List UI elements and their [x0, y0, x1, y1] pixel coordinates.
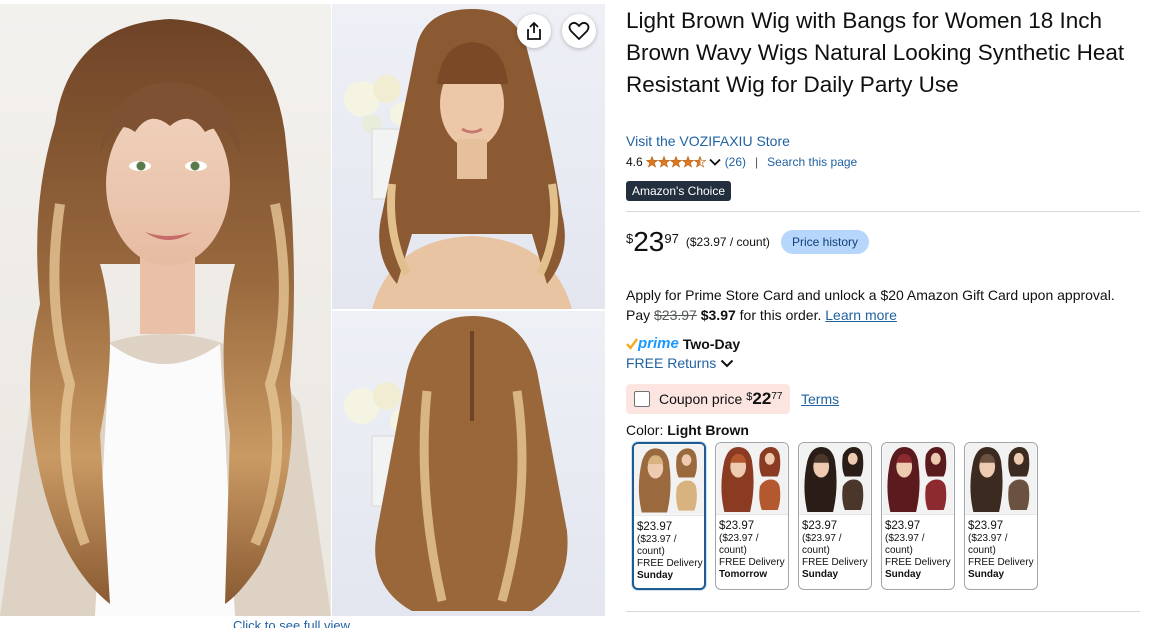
swatch-delivery-day: Sunday [968, 569, 1005, 580]
swatch-unit-price: ($23.97 / count) [637, 534, 677, 557]
old-price: $23.97 [654, 307, 697, 323]
swatch-price: $23.97 [802, 520, 838, 532]
free-returns-label: FREE Returns [626, 355, 717, 371]
color-swatch[interactable]: $23.97 ($23.97 / count) FREE Delivery Sunda… [964, 442, 1038, 590]
mannequin-back-illustration [344, 316, 568, 611]
price-whole: 23 [633, 226, 665, 257]
store-link[interactable]: Visit the VOZIFAXIU Store [626, 133, 790, 149]
swatch-info: $23.97 ($23.97 / count) FREE Delivery Sunda… [634, 516, 704, 582]
product-title: Light Brown Wig with Bangs for Women 18 … [626, 8, 1125, 97]
rating-row: 4.6 (26) | Search this page [626, 155, 857, 169]
swatch-price: $23.97 [968, 520, 1004, 532]
swatch-delivery: FREE Delivery [802, 557, 868, 568]
separator: | [755, 155, 759, 169]
coupon-price-fraction: 77 [771, 391, 783, 402]
image-gallery: Click to see full view [0, 0, 606, 628]
swatch-unit-price: ($23.97 / count) [719, 533, 759, 556]
promo-after-text: for this order. [739, 307, 822, 323]
divider [626, 211, 1140, 212]
price-symbol: $ [626, 231, 634, 246]
swatch-image [634, 444, 704, 516]
unit-price: ($23.97 / count) [685, 235, 770, 249]
rating-value: 4.6 [626, 155, 643, 169]
prime-logo-text: prime [638, 335, 679, 352]
swatch-info: $23.97 ($23.97 / count) FREE Delivery Sunda… [799, 515, 871, 581]
coupon-box: Coupon price $ 22 77 [626, 384, 791, 414]
new-price: $3.97 [700, 307, 736, 323]
swatch-info: $23.97 ($23.97 / count) FREE Delivery Tomor… [716, 515, 788, 581]
color-swatches: $23.97 ($23.97 / count) FREE Delivery Sunda… [632, 442, 1038, 590]
color-swatch[interactable]: $23.97 ($23.97 / count) FREE Delivery Sunda… [632, 442, 706, 590]
model-photo-illustration [0, 19, 331, 616]
swatch-delivery: FREE Delivery [637, 558, 703, 569]
swatch-price: $23.97 [637, 521, 673, 533]
pay-label: Pay [626, 307, 651, 323]
product-image-front[interactable] [332, 4, 605, 309]
color-swatch[interactable]: $23.97 ($23.97 / count) FREE Delivery Sunda… [881, 442, 955, 590]
star-icon [645, 156, 706, 168]
share-icon [527, 21, 541, 40]
price: $ 23 97 ($23.97 / count) [626, 227, 770, 257]
color-swatch[interactable]: $23.97 ($23.97 / count) FREE Delivery Sunda… [798, 442, 872, 590]
learn-more-link[interactable]: Learn more [825, 307, 897, 323]
swatch-delivery-day: Sunday [885, 569, 922, 580]
color-swatch[interactable]: $23.97 ($23.97 / count) FREE Delivery Tomor… [715, 442, 789, 590]
swatch-delivery-day: Sunday [802, 569, 839, 580]
star-rating[interactable] [645, 156, 706, 168]
color-selector-label: Color: Light Brown [626, 422, 749, 438]
price-history-button[interactable]: Price history [781, 230, 870, 254]
search-this-page-link[interactable]: Search this page [767, 155, 857, 169]
divider [626, 611, 1140, 612]
swatch-price: $23.97 [885, 520, 921, 532]
color-label-text: Color: [626, 422, 664, 438]
coupon-label: Coupon price [659, 391, 743, 407]
share-button[interactable] [517, 14, 551, 48]
coupon-terms-link[interactable]: Terms [801, 391, 839, 407]
promo-line: Apply for Prime Store Card and unlock a … [626, 287, 1115, 303]
product-image-back[interactable] [332, 311, 605, 616]
swatch-price: $23.97 [719, 520, 755, 532]
swatch-image [799, 443, 871, 515]
wishlist-button[interactable] [562, 14, 596, 48]
swatch-unit-price: ($23.97 / count) [802, 533, 842, 556]
mannequin-front-illustration [344, 9, 572, 309]
heart-icon [568, 21, 590, 41]
swatch-delivery-day: Tomorrow [719, 569, 768, 580]
promo-pay-line: Pay $23.97 $3.97 for this order. Learn m… [626, 305, 1140, 325]
rating-count-link[interactable]: (26) [725, 155, 746, 169]
swatch-info: $23.97 ($23.97 / count) FREE Delivery Sunda… [882, 515, 954, 581]
prime-check-icon [626, 337, 638, 350]
selected-color: Light Brown [667, 422, 749, 438]
amazons-choice-badge: Amazon's Choice [626, 181, 731, 201]
price-fraction: 97 [664, 231, 679, 246]
click-to-see-full-view-link[interactable]: Click to see full view [233, 618, 350, 628]
chevron-down-icon[interactable] [709, 158, 721, 166]
free-returns-link[interactable]: FREE Returns [626, 355, 734, 371]
prime-speed: Two-Day [682, 335, 741, 352]
swatch-image [965, 443, 1037, 515]
coupon-price-whole: 22 [752, 389, 772, 408]
chevron-down-icon [721, 359, 734, 367]
swatch-info: $23.97 ($23.97 / count) FREE Delivery Sunda… [965, 515, 1037, 581]
prime-delivery: prime Two-Day [626, 335, 740, 352]
swatch-image [882, 443, 954, 515]
swatch-unit-price: ($23.97 / count) [885, 533, 925, 556]
coupon-checkbox[interactable] [634, 391, 650, 407]
swatch-unit-price: ($23.97 / count) [968, 533, 1008, 556]
swatch-delivery-day: Sunday [637, 570, 674, 581]
main-product-image[interactable] [0, 4, 331, 616]
swatch-delivery: FREE Delivery [968, 557, 1034, 568]
prime-card-promo: Apply for Prime Store Card and unlock a … [626, 285, 1140, 325]
swatch-image [716, 443, 788, 515]
swatch-delivery: FREE Delivery [719, 557, 785, 568]
swatch-delivery: FREE Delivery [885, 557, 951, 568]
